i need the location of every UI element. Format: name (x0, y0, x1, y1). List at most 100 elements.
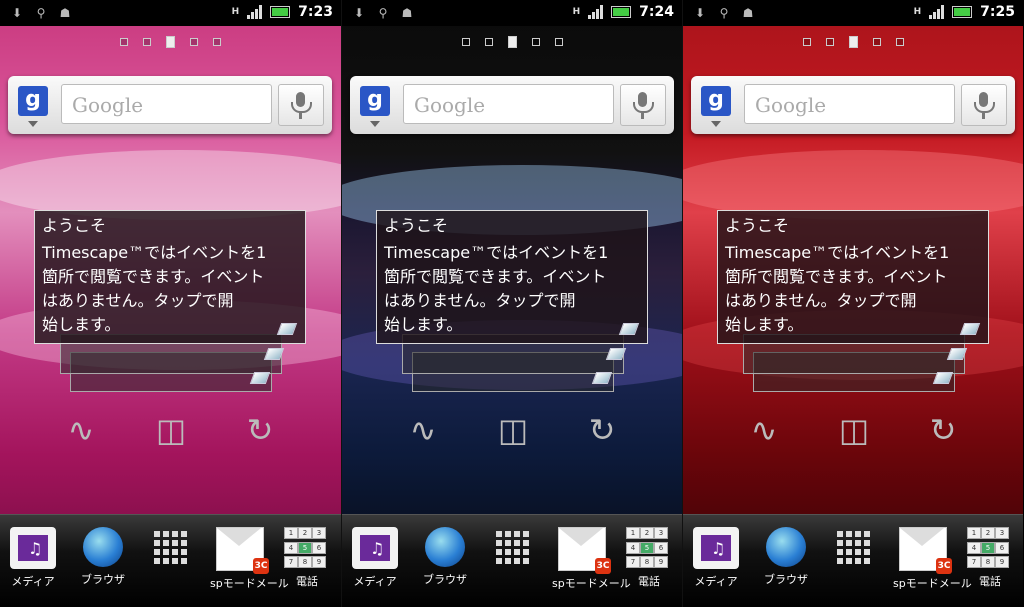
status-bar[interactable]: ⬇ ⚲ ☗ H 7:23 (0, 0, 341, 26)
timescape-welcome-card[interactable]: ようこそ Timescape™ではイベントを1 箇所で閲覧できます。イベント は… (34, 210, 306, 344)
dock-item-media[interactable]: ♫ メディア (345, 527, 405, 589)
clock: 7:24 (639, 4, 674, 20)
phone-keypad-icon: 123456789 (967, 527, 1013, 569)
status-bar[interactable]: ⬇ ⚲ ☗ H 7:25 (683, 0, 1023, 26)
dock-label: メディア (353, 575, 397, 588)
card-message: Timescape™ではイベントを1 箇所で閲覧できます。イベント はありません… (725, 243, 950, 334)
page-indicator (0, 36, 341, 48)
usb-icon: ⚲ (36, 6, 46, 20)
media-icon: ♫ (693, 527, 739, 569)
download-icon: ⬇ (353, 6, 365, 20)
timescape-welcome-card[interactable]: ようこそ Timescape™ではイベントを1 箇所で閲覧できます。イベント は… (717, 210, 989, 344)
chevron-down-icon[interactable] (711, 121, 721, 127)
card-title: ようこそ (725, 216, 790, 235)
dock-item-media[interactable]: ♫ メディア (3, 527, 63, 589)
dock-item-sp-mail[interactable]: 3C spモードメール (552, 527, 631, 591)
dock-item-browser[interactable]: ブラウザ (756, 527, 816, 587)
page-dot (213, 38, 221, 46)
dock-item-browser[interactable]: ブラウザ (73, 527, 133, 587)
refresh-icon[interactable]: ↻ (582, 410, 622, 450)
dock-item-phone[interactable]: 123456789 電話 (960, 527, 1020, 589)
google-search-widget: g Google (691, 76, 1015, 134)
voice-search-button[interactable] (278, 84, 324, 126)
dock-item-sp-mail[interactable]: 3C spモードメール (893, 527, 972, 591)
home-screen-pink: ⬇ ⚲ ☗ H 7:23 g Google ようこそ Timescape™ではイ… (0, 0, 341, 607)
android-debug-icon: ☗ (742, 6, 754, 20)
dock-item-app-drawer[interactable] (482, 527, 542, 564)
voice-search-button[interactable] (620, 84, 666, 126)
page-dot (872, 38, 881, 46)
dock-item-sp-mail[interactable]: 3C spモードメール (210, 527, 289, 591)
dock-label: ブラウザ (764, 573, 808, 586)
phone-keypad-icon: 123456789 (626, 527, 672, 569)
page-dot (190, 38, 198, 46)
signal-icon (929, 5, 945, 19)
globe-icon (766, 527, 806, 567)
refresh-icon[interactable]: ↻ (923, 410, 963, 450)
timescape-cards-icon[interactable]: ◫ (834, 410, 874, 450)
dock-label: spモードメール (210, 577, 289, 590)
search-input[interactable]: Google (744, 84, 955, 124)
google-g-icon[interactable]: g (360, 86, 390, 116)
clock: 7:25 (980, 4, 1015, 20)
signal-icon (588, 5, 604, 19)
activity-pulse-icon[interactable]: ∿ (61, 410, 101, 450)
globe-icon (83, 527, 123, 567)
google-g-icon[interactable]: g (18, 86, 48, 116)
phone-keypad-icon: 123456789 (284, 527, 330, 569)
timescape-toolbar: ∿ ◫ ↻ (683, 410, 1023, 454)
dock-label: 電話 (296, 575, 318, 588)
google-g-icon[interactable]: g (701, 86, 731, 116)
app-grid-icon (495, 531, 529, 564)
clock: 7:23 (298, 4, 333, 20)
dock-label: 電話 (979, 575, 1001, 588)
dock-item-browser[interactable]: ブラウザ (415, 527, 475, 587)
home-screen-black: ⬇ ⚲ ☗ H 7:24 g Google ようこそ Timescape™ではイ… (341, 0, 682, 607)
page-dot (554, 38, 563, 46)
timescape-toolbar: ∿ ◫ ↻ (0, 410, 341, 454)
card-title: ようこそ (384, 216, 449, 235)
activity-pulse-icon[interactable]: ∿ (403, 410, 443, 450)
mail-icon: 3C (216, 527, 269, 574)
battery-icon (611, 6, 632, 18)
page-dot (802, 38, 811, 46)
app-grid-icon (836, 531, 870, 564)
chevron-down-icon[interactable] (370, 121, 380, 127)
page-dot (484, 38, 493, 46)
search-input[interactable]: Google (403, 84, 614, 124)
dock-item-app-drawer[interactable] (140, 527, 200, 564)
page-indicator (342, 36, 682, 48)
page-dot (120, 38, 128, 46)
signal-icon (247, 5, 263, 19)
battery-icon (270, 6, 291, 18)
android-debug-icon: ☗ (59, 6, 71, 20)
battery-icon (952, 6, 973, 18)
activity-pulse-icon[interactable]: ∿ (744, 410, 784, 450)
search-input[interactable]: Google (61, 84, 272, 124)
timescape-toolbar: ∿ ◫ ↻ (342, 410, 682, 454)
timescape-welcome-card[interactable]: ようこそ Timescape™ではイベントを1 箇所で閲覧できます。イベント は… (376, 210, 648, 344)
refresh-icon[interactable]: ↻ (240, 410, 280, 450)
dock-item-app-drawer[interactable] (823, 527, 883, 564)
dock-item-media[interactable]: ♫ メディア (686, 527, 746, 589)
media-icon: ♫ (10, 527, 56, 569)
timescape-cards-icon[interactable]: ◫ (151, 410, 191, 450)
status-bar[interactable]: ⬇ ⚲ ☗ H 7:24 (342, 0, 682, 26)
android-debug-icon: ☗ (401, 6, 413, 20)
dock-label: メディア (11, 575, 55, 588)
card-message: Timescape™ではイベントを1 箇所で閲覧できます。イベント はありません… (384, 243, 609, 334)
page-dot (531, 38, 540, 46)
mail-icon: 3C (899, 527, 952, 574)
dock-label: ブラウザ (423, 573, 467, 586)
network-type: H (231, 7, 240, 17)
voice-search-button[interactable] (961, 84, 1007, 126)
dock-item-phone[interactable]: 123456789 電話 (277, 527, 337, 589)
chevron-down-icon[interactable] (28, 121, 38, 127)
network-type: H (913, 7, 922, 17)
dock-item-phone[interactable]: 123456789 電話 (619, 527, 679, 589)
download-icon: ⬇ (11, 6, 23, 20)
dock-label: ブラウザ (81, 573, 125, 586)
mail-icon: 3C (558, 527, 611, 574)
timescape-cards-icon[interactable]: ◫ (493, 410, 533, 450)
dock-label: 電話 (638, 575, 660, 588)
